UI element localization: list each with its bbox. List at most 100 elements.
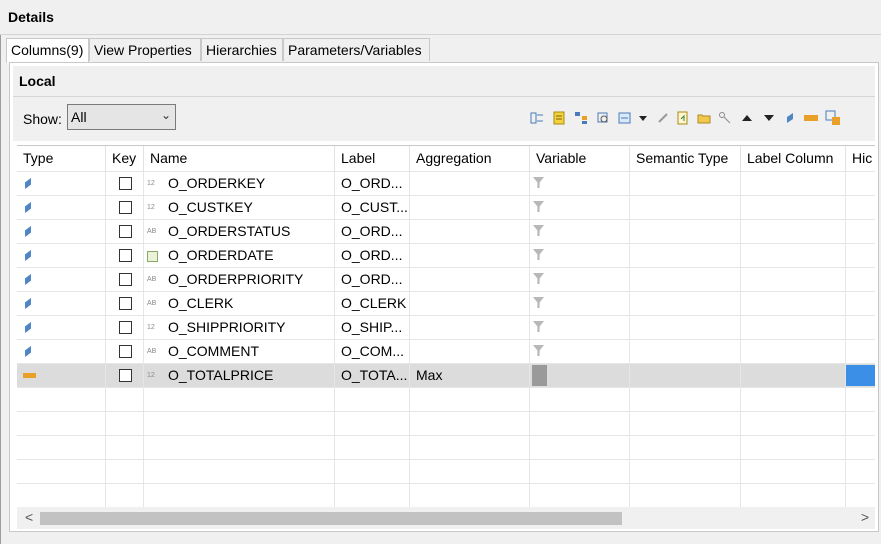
filter-icon[interactable] (533, 297, 544, 308)
table-header: Type Key Name Label Aggregation Variable… (17, 146, 875, 171)
column-label: O_ORD... (335, 220, 410, 243)
show-filter-row: Show: All ⌄ (13, 97, 875, 141)
col-header-semantic-type[interactable]: Semantic Type (630, 146, 741, 171)
table-row[interactable]: AB O_ORDERSTATUS O_ORD... (17, 219, 875, 243)
table-cell (410, 388, 530, 411)
empty-row (17, 435, 875, 459)
col-header-type[interactable]: Type (17, 146, 106, 171)
move-down-icon[interactable] (760, 109, 778, 127)
filter-icon[interactable] (533, 321, 544, 332)
hierarchy-icon[interactable] (572, 109, 590, 127)
scroll-left-icon[interactable]: < (25, 509, 33, 525)
filter-icon[interactable] (533, 345, 544, 356)
table-row[interactable]: 12 O_ORDERKEY O_ORD... (17, 171, 875, 195)
scroll-right-icon[interactable]: > (861, 509, 869, 525)
table-cell (410, 460, 530, 483)
filter-icon[interactable] (533, 273, 544, 284)
col-header-aggregation[interactable]: Aggregation (410, 146, 530, 171)
table-row[interactable]: 12 O_TOTALPRICE O_TOTA... Max (17, 363, 875, 387)
table-cell (630, 364, 741, 387)
key-checkbox[interactable] (119, 225, 132, 238)
table-cell (630, 220, 741, 243)
filter-icon[interactable] (533, 249, 544, 260)
tab-parameters-variables[interactable]: Parameters/Variables (283, 38, 430, 61)
export-icon[interactable] (674, 109, 692, 127)
column-label: O_ORD... (335, 172, 410, 195)
tab-columns[interactable]: Columns(9) (6, 38, 89, 63)
table-cell (630, 436, 741, 459)
table-cell (106, 220, 144, 243)
variable-selector[interactable] (532, 365, 547, 386)
filter-icon[interactable] (533, 225, 544, 236)
col-header-label-column[interactable]: Label Column (741, 146, 846, 171)
key-checkbox[interactable] (119, 201, 132, 214)
calc-column-icon[interactable] (616, 109, 634, 127)
table-cell (106, 340, 144, 363)
col-header-key[interactable]: Key (106, 146, 144, 171)
col-header-name[interactable]: Name (144, 146, 335, 171)
settings-icon[interactable] (824, 109, 842, 127)
tab-columns-label: Columns(9) (11, 42, 84, 58)
tab-view-properties[interactable]: View Properties (89, 38, 201, 61)
edit-icon[interactable] (654, 109, 672, 127)
datatype-icon: 12 (147, 324, 155, 331)
datatype-icon: 12 (147, 180, 155, 187)
table-row[interactable]: AB O_ORDERPRIORITY O_ORD... (17, 267, 875, 291)
table-cell (17, 196, 106, 219)
table-cell (17, 364, 106, 387)
table-cell (630, 412, 741, 435)
key-checkbox[interactable] (119, 273, 132, 286)
table-row[interactable]: AB O_CLERK O_CLERK (17, 291, 875, 315)
key-checkbox[interactable] (119, 369, 132, 382)
horizontal-scrollbar[interactable]: < > (17, 507, 875, 529)
show-select-value: All (71, 109, 87, 125)
dropdown-arrow-icon[interactable] (634, 109, 652, 127)
tab-hierarchies[interactable]: Hierarchies (201, 38, 283, 61)
table-row[interactable]: AB O_COMMENT O_COM... (17, 339, 875, 363)
table-cell: AB O_CLERK (144, 292, 335, 315)
table-cell (17, 412, 106, 435)
table-cell: AB O_ORDERSTATUS (144, 220, 335, 243)
table-cell (846, 388, 875, 411)
measure-icon[interactable] (802, 109, 820, 127)
column-label: O_CLERK (335, 292, 410, 315)
link-icon[interactable] (716, 109, 734, 127)
table-row[interactable]: O_ORDERDATE O_ORD... (17, 243, 875, 267)
table-cell (144, 388, 335, 411)
col-header-variable[interactable]: Variable (530, 146, 630, 171)
col-header-hidden[interactable]: Hic (846, 146, 875, 171)
key-checkbox[interactable] (119, 177, 132, 190)
notes-icon[interactable] (550, 109, 568, 127)
folder-icon[interactable] (695, 109, 713, 127)
key-checkbox[interactable] (119, 321, 132, 334)
scrollbar-thumb[interactable] (40, 512, 622, 525)
key-checkbox[interactable] (119, 345, 132, 358)
table-cell (530, 388, 630, 411)
table-cell (17, 172, 106, 195)
table-cell: O_ORDERDATE (144, 244, 335, 267)
hidden-cell-selected[interactable] (846, 365, 875, 386)
table-cell (630, 460, 741, 483)
show-select[interactable]: All ⌄ (67, 104, 176, 130)
filter-icon[interactable] (533, 201, 544, 212)
attribute-icon[interactable] (781, 109, 799, 127)
column-name: O_TOTALPRICE (168, 367, 274, 383)
filter-icon[interactable] (533, 177, 544, 188)
key-checkbox[interactable] (119, 249, 132, 262)
column-aggregation (410, 196, 530, 219)
table-cell (630, 292, 741, 315)
add-column-icon[interactable] (528, 109, 546, 127)
table-cell (410, 412, 530, 435)
search-tree-icon[interactable] (594, 109, 612, 127)
table-row[interactable]: 12 O_SHIPPRIORITY O_SHIP... (17, 315, 875, 339)
key-checkbox[interactable] (119, 297, 132, 310)
table-row[interactable]: 12 O_CUSTKEY O_CUST... (17, 195, 875, 219)
move-up-icon[interactable] (738, 109, 756, 127)
table-cell (106, 316, 144, 339)
table-cell (335, 460, 410, 483)
columns-table: Type Key Name Label Aggregation Variable… (17, 145, 875, 508)
attribute-icon (25, 274, 31, 285)
datatype-icon: AB (147, 276, 157, 283)
column-name: O_ORDERKEY (168, 175, 266, 191)
col-header-label[interactable]: Label (335, 146, 410, 171)
